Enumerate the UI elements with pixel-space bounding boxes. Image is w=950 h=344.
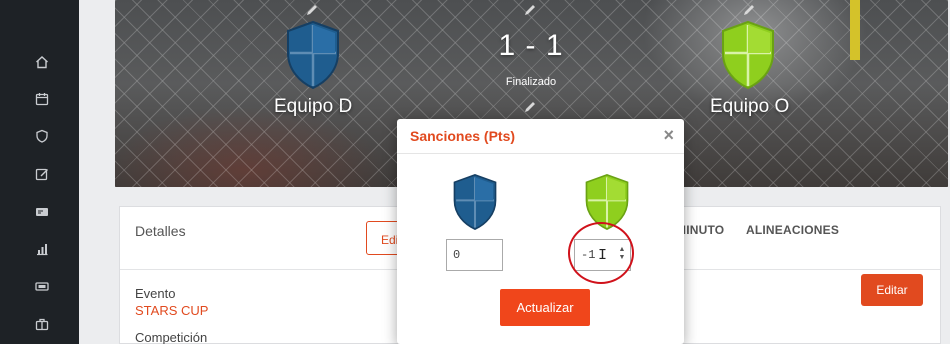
home-team-shield-icon	[287, 20, 339, 90]
bar-chart-icon[interactable]	[33, 240, 51, 258]
edit-home-team-icon[interactable]	[305, 3, 319, 17]
briefcase-icon[interactable]	[33, 315, 51, 333]
event-value[interactable]: STARS CUP	[135, 303, 208, 318]
tab-alineaciones[interactable]: ALINEACIONES	[746, 223, 839, 237]
sidebar	[0, 0, 79, 344]
text-cursor-icon: I	[598, 247, 608, 264]
ticket-icon[interactable]	[33, 277, 51, 295]
sanctions-modal: Sanciones (Pts) × ▲▼ I Actualizar	[397, 119, 684, 344]
home-points-input[interactable]	[446, 239, 503, 271]
away-team-shield-icon	[585, 174, 629, 231]
edit-score-icon[interactable]	[523, 3, 537, 17]
away-team-shield-icon	[722, 20, 774, 90]
match-score: 1 - 1	[498, 29, 564, 62]
edit-button[interactable]: Editar	[861, 274, 923, 306]
close-icon[interactable]: ×	[663, 125, 674, 146]
match-status: Finalizado	[505, 76, 557, 88]
home-icon[interactable]	[33, 53, 51, 71]
event-label: Evento	[135, 286, 176, 301]
competition-label: Competición	[135, 330, 208, 344]
away-team-name: Equipo O	[710, 96, 790, 117]
edit-icon[interactable]	[33, 165, 51, 183]
edit-status-icon[interactable]	[523, 100, 537, 114]
home-team-shield-icon	[453, 174, 497, 231]
calendar-icon[interactable]	[33, 90, 51, 108]
edit-away-team-icon[interactable]	[742, 3, 756, 17]
goal-post	[850, 0, 860, 60]
modal-title: Sanciones (Pts)	[410, 128, 516, 144]
id-card-icon[interactable]	[33, 203, 51, 221]
update-button[interactable]: Actualizar	[500, 289, 590, 326]
modal-divider	[397, 153, 684, 154]
details-title: Detalles	[135, 223, 186, 239]
number-stepper-icon[interactable]: ▲ ▼	[617, 246, 627, 262]
shield-icon[interactable]	[33, 127, 51, 145]
home-team-name: Equipo D	[274, 96, 353, 117]
